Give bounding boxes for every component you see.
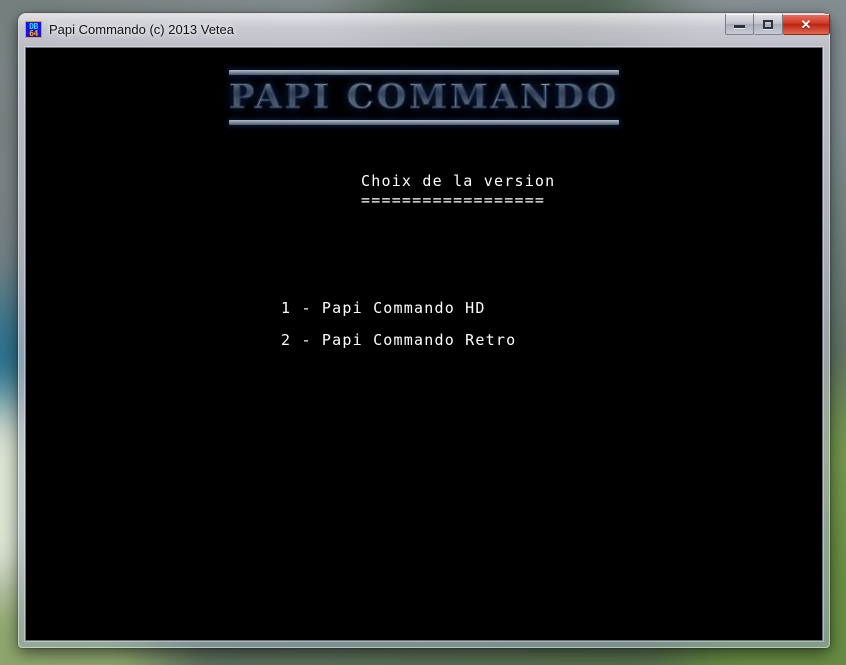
close-button[interactable]: ✕ (783, 14, 830, 35)
logo-rule-top (228, 70, 620, 75)
menu-option-2[interactable]: 2 - Papi Commando Retro (281, 331, 516, 350)
minimize-button[interactable] (725, 14, 754, 35)
menu-heading-block: Choix de la version ================== (361, 172, 555, 210)
window-title-bar[interactable]: DB 64 Papi Commando (c) 2013 Vetea ✕ (18, 13, 830, 46)
game-logo: PAPI COMMANDO (26, 63, 822, 133)
maximize-icon (763, 19, 773, 29)
game-logo-inner: PAPI COMMANDO (223, 63, 625, 133)
dosbox-client-area: PAPI COMMANDO Choix de la version ======… (25, 47, 823, 641)
game-screen[interactable]: PAPI COMMANDO Choix de la version ======… (26, 48, 822, 640)
game-logo-text: PAPI COMMANDO (228, 77, 620, 118)
menu-heading: Choix de la version (361, 172, 556, 190)
dosbox-app-icon: DB 64 (25, 21, 42, 38)
minimize-icon (734, 25, 745, 28)
version-menu: 1 - Papi Commando HD 2 - Papi Commando R… (281, 299, 516, 350)
window-title: Papi Commando (c) 2013 Vetea (49, 22, 234, 37)
app-icon-bottom-text: 64 (29, 28, 38, 38)
maximize-button[interactable] (754, 14, 783, 35)
close-icon: ✕ (800, 16, 812, 32)
window-controls: ✕ (725, 13, 830, 46)
application-window[interactable]: DB 64 Papi Commando (c) 2013 Vetea ✕ PAP… (18, 13, 830, 648)
menu-heading-underline: ================== (361, 191, 546, 209)
logo-rule-bottom (228, 120, 620, 125)
menu-option-1[interactable]: 1 - Papi Commando HD (281, 299, 516, 318)
